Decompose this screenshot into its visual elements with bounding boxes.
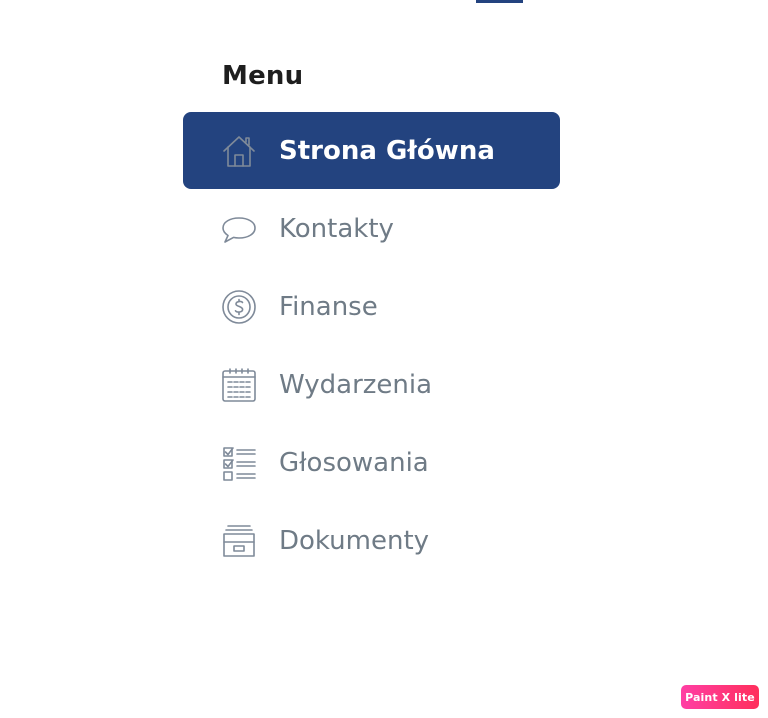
page: Menu Strona Główna Kontakty Finanse Wyda… <box>0 0 768 718</box>
menu-heading: Menu <box>222 61 304 91</box>
checklist-icon <box>221 445 257 481</box>
menu-item-label: Kontakty <box>279 213 394 244</box>
menu-item-contacts[interactable]: Kontakty <box>183 190 560 267</box>
menu-item-label: Dokumenty <box>279 525 430 556</box>
speech-bubble-icon <box>221 211 257 247</box>
menu-item-label: Strona Główna <box>279 135 495 166</box>
coin-icon <box>221 289 257 325</box>
menu-item-finance[interactable]: Finanse <box>183 268 560 345</box>
top-tab-indicator <box>476 0 523 3</box>
menu-item-label: Wydarzenia <box>279 369 433 400</box>
archive-box-icon <box>221 523 257 559</box>
sidebar-menu: Strona Główna Kontakty Finanse Wydarzeni… <box>183 112 560 580</box>
home-icon <box>221 133 257 169</box>
menu-item-voting[interactable]: Głosowania <box>183 424 560 501</box>
menu-item-documents[interactable]: Dokumenty <box>183 502 560 579</box>
watermark-badge: Paint X lite <box>681 685 759 709</box>
menu-item-events[interactable]: Wydarzenia <box>183 346 560 423</box>
menu-item-home[interactable]: Strona Główna <box>183 112 560 189</box>
menu-item-label: Głosowania <box>279 447 429 478</box>
menu-item-label: Finanse <box>279 291 378 322</box>
calendar-icon <box>221 367 257 403</box>
